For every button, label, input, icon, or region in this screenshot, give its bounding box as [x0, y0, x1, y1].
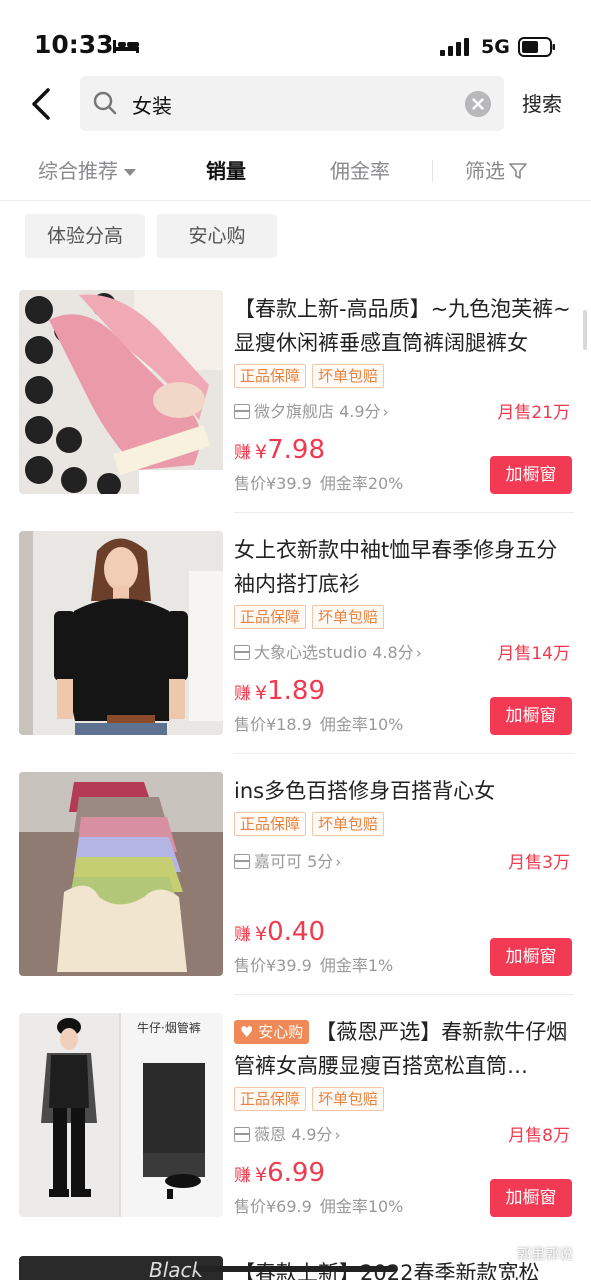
product-info: 女上衣新款中袖t恤早春季修身五分袖内搭打底衫 正品保障 坏单包赔 大象心选stud…	[234, 531, 576, 735]
watermark: 郭里郭说	[517, 1247, 573, 1263]
tab-divider	[432, 160, 433, 182]
chevron-right-icon: ›	[415, 644, 422, 662]
add-to-showcase-button[interactable]: 加橱窗	[490, 1179, 572, 1217]
product-image: 牛仔·烟管裤	[19, 1013, 223, 1217]
product-title[interactable]: ♥ 安心购 【薇恩严选】春新款牛仔烟管裤女高腰显瘦百搭宽松直筒…	[234, 1015, 574, 1083]
earning: 赚 ¥1.89	[234, 676, 325, 706]
price-info: 售价¥18.9 佣金率10%	[234, 711, 403, 735]
product-card[interactable]: 女上衣新款中袖t恤早春季修身五分袖内搭打底衫 正品保障 坏单包赔 大象心选stud…	[0, 531, 591, 771]
caret-down-icon	[124, 169, 136, 176]
price-info: 售价¥39.9 佣金率1%	[234, 952, 393, 976]
product-card[interactable]: 【春款上新-高品质】~九色泡芙裤~显瘦休闲裤垂感直筒裤阔腿裤女 正品保障 坏单包赔…	[0, 290, 591, 530]
chevron-right-icon: ›	[334, 1126, 341, 1144]
guarantee-tags: 正品保障 坏单包赔	[234, 1087, 390, 1111]
guarantee-tags: 正品保障 坏单包赔	[234, 812, 390, 836]
earning: 赚 ¥0.40	[234, 917, 325, 947]
shop-icon	[234, 645, 250, 660]
sale-price: 售价¥18.9	[234, 715, 312, 734]
product-image	[19, 531, 223, 735]
search-icon	[93, 91, 117, 115]
image-text: Black	[149, 1258, 204, 1280]
earning: 赚 ¥7.98	[234, 435, 325, 465]
product-image	[19, 772, 223, 976]
price-info: 售价¥39.9 佣金率20%	[234, 470, 403, 494]
tag-damage-compensation: 坏单包赔	[312, 364, 385, 388]
product-info: 【春款上新-高品质】~九色泡芙裤~显瘦休闲裤垂感直筒裤阔腿裤女 正品保障 坏单包赔…	[234, 290, 576, 494]
status-bar: 10:33 5G	[0, 0, 591, 80]
sort-tabs: 综合推荐 销量 佣金率 筛选	[0, 142, 591, 201]
shop-link[interactable]: 薇恩 4.9分 ›	[234, 1121, 341, 1145]
tag-damage-compensation: 坏单包赔	[312, 812, 385, 836]
product-title[interactable]: ins多色百搭修身百搭背心女	[234, 774, 574, 808]
shop-icon	[234, 1127, 250, 1142]
commission-rate: 佣金率1%	[319, 956, 394, 975]
signal-icon	[440, 38, 469, 56]
home-indicator[interactable]	[196, 1266, 396, 1272]
sale-price: 售价¥69.9	[234, 1197, 312, 1216]
product-image	[19, 290, 223, 494]
guarantee-tags: 正品保障 坏单包赔	[234, 605, 390, 629]
chevron-right-icon: ›	[382, 403, 389, 421]
scrollbar[interactable]	[583, 310, 587, 350]
tag-damage-compensation: 坏单包赔	[312, 605, 385, 629]
tab-comprehensive[interactable]: 综合推荐	[38, 155, 136, 184]
tab-commission-rate[interactable]: 佣金率	[330, 155, 390, 184]
anxin-badge: ♥ 安心购	[234, 1020, 310, 1044]
sleep-mode-icon	[113, 40, 139, 53]
add-to-showcase-button[interactable]: 加橱窗	[490, 697, 572, 735]
status-time: 10:33	[34, 30, 114, 59]
tab-filter[interactable]: 筛选	[465, 155, 527, 184]
price-info: 售价¥69.9 佣金率10%	[234, 1193, 403, 1217]
product-card[interactable]: 牛仔·烟管裤 ♥ 安心购 【薇恩严选】春新款牛仔烟管裤女高腰显瘦百搭宽松直筒… 正…	[0, 1013, 591, 1253]
product-title[interactable]: 【春款上新-高品质】~九色泡芙裤~显瘦休闲裤垂感直筒裤阔腿裤女	[234, 292, 574, 360]
sale-price: 售价¥39.9	[234, 956, 312, 975]
sale-price: 售价¥39.9	[234, 474, 312, 493]
product-info: ♥ 安心购 【薇恩严选】春新款牛仔烟管裤女高腰显瘦百搭宽松直筒… 正品保障 坏单包赔…	[234, 1013, 576, 1217]
divider	[234, 994, 574, 995]
tag-damage-compensation: 坏单包赔	[312, 1087, 385, 1111]
shop-link[interactable]: 大象心选studio 4.8分 ›	[234, 639, 422, 663]
add-to-showcase-button[interactable]: 加橱窗	[490, 938, 572, 976]
commission-rate: 佣金率10%	[319, 1197, 404, 1216]
image-caption: 牛仔·烟管裤	[137, 1021, 201, 1035]
filter-icon	[509, 163, 527, 179]
chip-anxin-purchase[interactable]: 安心购	[157, 214, 277, 258]
shop-icon	[234, 854, 250, 869]
commission-rate: 佣金率20%	[319, 474, 404, 493]
clear-search-icon[interactable]	[465, 91, 491, 117]
earning: 赚 ¥6.99	[234, 1158, 325, 1188]
network-type: 5G	[481, 36, 510, 58]
product-image: Black	[19, 1256, 223, 1280]
tab-sales[interactable]: 销量	[206, 155, 246, 184]
commission-rate: 佣金率10%	[319, 715, 404, 734]
tag-authentic: 正品保障	[234, 812, 307, 836]
search-button[interactable]: 搜索	[522, 88, 562, 117]
guarantee-tags: 正品保障 坏单包赔	[234, 364, 390, 388]
monthly-sales: 月售3万	[508, 853, 570, 873]
monthly-sales: 月售8万	[508, 1126, 570, 1146]
divider	[234, 512, 574, 513]
tag-authentic: 正品保障	[234, 605, 307, 629]
shop-link[interactable]: 嘉可可 5分 ›	[234, 848, 341, 872]
search-input[interactable]	[130, 84, 454, 124]
search-bar	[80, 76, 504, 131]
chevron-right-icon: ›	[335, 853, 342, 871]
add-to-showcase-button[interactable]: 加橱窗	[490, 456, 572, 494]
chip-experience-score[interactable]: 体验分高	[25, 214, 145, 258]
product-info: ins多色百搭修身百搭背心女 正品保障 坏单包赔 嘉可可 5分 › 月售3万 赚 ¥0…	[234, 772, 576, 976]
back-button[interactable]	[26, 84, 60, 124]
divider	[234, 753, 574, 754]
product-card[interactable]: ins多色百搭修身百搭背心女 正品保障 坏单包赔 嘉可可 5分 › 月售3万 赚 ¥0…	[0, 772, 591, 1012]
monthly-sales: 月售14万	[497, 644, 570, 664]
product-title[interactable]: 女上衣新款中袖t恤早春季修身五分袖内搭打底衫	[234, 533, 574, 601]
tag-authentic: 正品保障	[234, 364, 307, 388]
shop-icon	[234, 404, 250, 419]
shop-link[interactable]: 微夕旗舰店 4.9分 ›	[234, 398, 389, 422]
monthly-sales: 月售21万	[497, 403, 570, 423]
tag-authentic: 正品保障	[234, 1087, 307, 1111]
battery-icon	[518, 37, 555, 57]
